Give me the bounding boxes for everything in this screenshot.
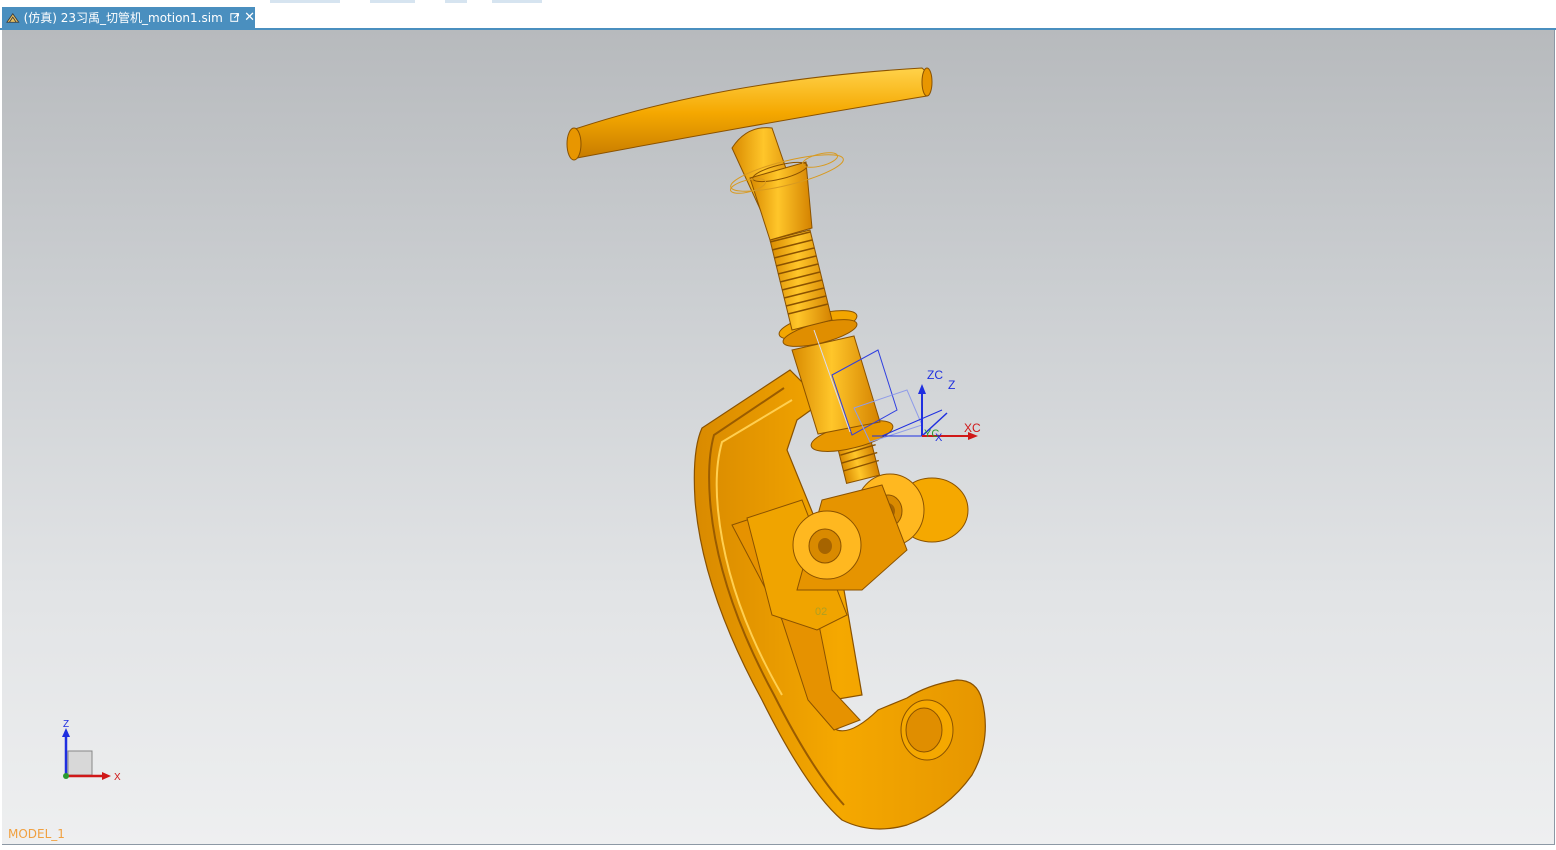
csys-xc-label: XC [964, 421, 981, 435]
csys-z-label: Z [948, 378, 955, 392]
graphics-viewport[interactable]: ZC Z XC YC X 02 Z X MODEL_1 [2, 30, 1555, 845]
nx-sim-icon [6, 12, 20, 23]
close-icon[interactable]: ✕ [244, 11, 255, 24]
model-name-label: MODEL_1 [8, 827, 65, 841]
lead-screw-upper [769, 229, 833, 331]
marker-label: 02 [815, 606, 827, 618]
tab-title: (仿真) 23习禹_切管机_motion1.sim [23, 11, 223, 25]
triad-x-label: X [114, 772, 121, 783]
document-tab-bar: (仿真) 23习禹_切管机_motion1.sim ✕ [0, 7, 1556, 28]
triad-z-label: Z [63, 720, 69, 730]
csys-zc-label: ZC [927, 368, 943, 382]
tab-simulation-file[interactable]: (仿真) 23习禹_切管机_motion1.sim ✕ [2, 7, 255, 28]
absolute-triad: Z X [62, 720, 121, 783]
csys-x-label: X [935, 432, 943, 444]
popout-icon[interactable] [230, 12, 239, 23]
pipe-cutter-model: ZC Z XC YC X 02 [566, 67, 986, 830]
